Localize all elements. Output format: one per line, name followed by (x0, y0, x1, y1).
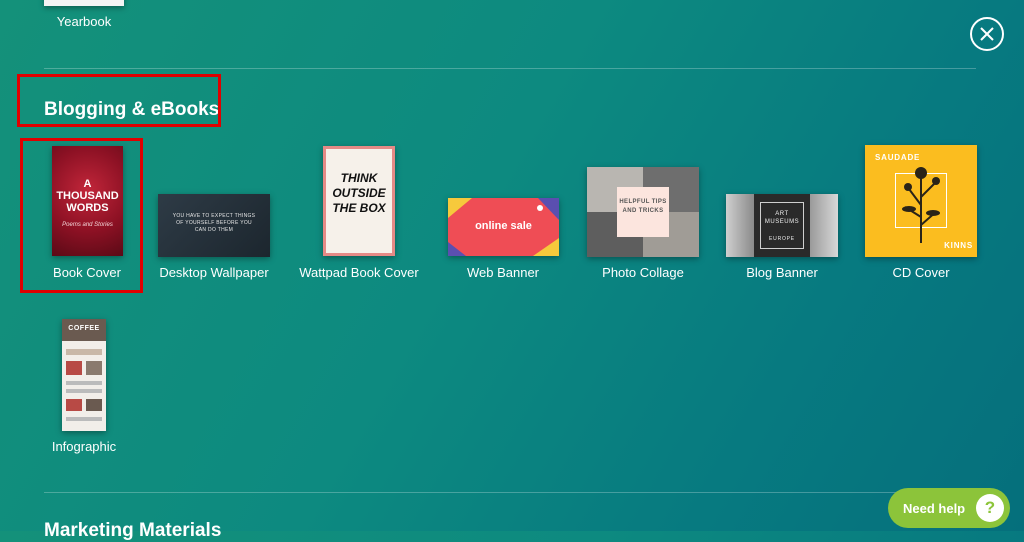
blog-banner-thumbnail[interactable]: ART MUSEUMS EUROPE (726, 194, 838, 257)
yearbook-thumbnail[interactable] (44, 0, 124, 6)
wattpad-thumb-title: THINK OUTSIDE THE BOX (332, 171, 386, 215)
wattpad-book-cover-thumbnail[interactable]: THINK OUTSIDE THE BOX (323, 146, 395, 256)
infographic-thumbnail[interactable]: COFFEE (62, 319, 106, 431)
infographic-row-1 (66, 349, 102, 355)
close-icon (980, 27, 994, 41)
web-banner-thumbnail[interactable]: online sale (448, 198, 559, 256)
desktop-wallpaper-thumb-text: YOU HAVE TO EXPECT THINGS OF YOURSELF BE… (172, 213, 256, 233)
infographic-row-8 (66, 417, 102, 421)
desktop-wallpaper-label: Desktop Wallpaper (159, 265, 269, 280)
question-icon: ? (976, 494, 1004, 522)
section-divider-bottom (44, 492, 976, 493)
need-help-button[interactable]: Need help ? (888, 488, 1010, 528)
close-button[interactable] (970, 17, 1004, 51)
photo-collage-label: Photo Collage (602, 265, 684, 280)
photo-collage-thumbnail[interactable]: HELPFUL TIPS AND TRICKS (587, 167, 699, 257)
blog-banner-label: Blog Banner (746, 265, 818, 280)
infographic-row-6 (66, 399, 82, 411)
section-title-highlight (17, 74, 221, 127)
section-divider-top (44, 68, 976, 69)
cd-cover-thumb-subtitle: KINNS (944, 241, 973, 250)
blog-banner-thumb-title: ART MUSEUMS (764, 211, 800, 225)
desktop-wallpaper-thumbnail[interactable]: YOU HAVE TO EXPECT THINGS OF YOURSELF BE… (158, 194, 270, 257)
infographic-row-7 (86, 399, 102, 411)
web-banner-label: Web Banner (466, 265, 540, 280)
yearbook-label: Yearbook (56, 14, 112, 29)
infographic-row-4 (66, 381, 102, 385)
wattpad-book-cover-label: Wattpad Book Cover (299, 265, 419, 280)
blog-banner-thumb-subtitle: EUROPE (769, 236, 795, 242)
infographic-row-3 (86, 361, 102, 375)
infographic-row-2 (66, 361, 82, 375)
infographic-row-5 (66, 389, 102, 393)
photo-collage-thumb-title: HELPFUL TIPS AND TRICKS (619, 199, 667, 214)
cd-cover-thumbnail[interactable]: SAUDADE KINNS (865, 145, 977, 257)
infographic-label: Infographic (51, 439, 117, 454)
need-help-label: Need help (903, 500, 966, 516)
book-cover-highlight (20, 138, 143, 293)
cd-cover-label: CD Cover (892, 265, 950, 280)
infographic-thumb-title: COFFEE (68, 325, 100, 332)
web-banner-thumb-title: online sale (475, 220, 532, 232)
next-section-title: Marketing Materials (44, 520, 222, 541)
